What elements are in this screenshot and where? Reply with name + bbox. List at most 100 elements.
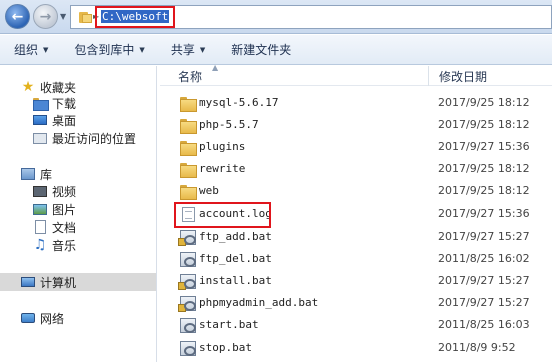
file-date: 2017/9/27 15:36: [438, 207, 530, 220]
file-row[interactable]: stop.bat 2011/8/9 9:52: [160, 337, 552, 359]
sidebar-item-libraries[interactable]: 库: [20, 165, 52, 183]
batch-file-icon: [178, 296, 196, 312]
chevron-down-icon: ▼: [139, 45, 145, 54]
sidebar-item-label: 网络: [40, 311, 65, 326]
address-bar[interactable]: ► C:\websoft: [70, 5, 552, 29]
file-date: 2011/8/25 16:03: [438, 318, 530, 331]
folder-icon: [180, 184, 197, 200]
sidebar-item-computer[interactable]: 计算机: [0, 273, 156, 291]
command-toolbar: 组织 ▼ 包含到库中 ▼ 共享 ▼ 新建文件夹: [0, 35, 552, 65]
batch-file-icon: [180, 252, 196, 267]
back-button[interactable]: ←: [5, 4, 30, 29]
annotation-highlight-box: [174, 202, 271, 228]
downloads-folder-icon: [33, 97, 49, 111]
file-row[interactable]: install.bat 2017/9/27 15:27: [160, 270, 552, 292]
batch-file-icon: [178, 274, 196, 290]
recent-pages-dropdown[interactable]: ▼: [60, 12, 66, 21]
sidebar-item-music[interactable]: ♫ 音乐: [32, 236, 76, 254]
sidebar-item-pictures[interactable]: 图片: [32, 200, 76, 218]
sidebar-item-desktop[interactable]: 桌面: [32, 111, 76, 129]
sort-ascending-icon: ▲: [212, 63, 219, 72]
file-row[interactable]: ftp_del.bat 2011/8/25 16:02: [160, 248, 552, 270]
column-header-name[interactable]: 名称: [178, 68, 202, 85]
share-label: 共享: [170, 43, 195, 57]
file-name: stop.bat: [199, 341, 252, 354]
sidebar-item-network[interactable]: 网络: [20, 309, 64, 327]
address-path[interactable]: C:\websoft: [94, 6, 176, 28]
forward-button[interactable]: →: [33, 4, 58, 29]
file-row[interactable]: mysql-5.6.17 2017/9/25 18:12: [160, 92, 552, 114]
file-date: 2011/8/9 9:52: [438, 341, 516, 354]
star-icon: ★: [21, 79, 35, 95]
include-in-library-button[interactable]: 包含到库中 ▼: [66, 35, 152, 65]
file-name: start.bat: [199, 318, 259, 331]
file-name: rewrite: [199, 162, 246, 175]
chevron-down-icon: ▼: [43, 45, 49, 54]
file-name: ftp_add.bat: [199, 230, 272, 243]
file-name: php-5.5.7: [199, 118, 259, 131]
file-name: phpmyadmin_add.bat: [199, 296, 319, 309]
network-icon: [21, 313, 35, 323]
file-row[interactable]: ftp_add.bat 2017/9/27 15:27: [160, 226, 552, 248]
file-row[interactable]: php-5.5.7 2017/9/25 18:12: [160, 114, 552, 136]
new-folder-label: 新建文件夹: [231, 43, 292, 57]
file-name: ftp_del.bat: [199, 252, 272, 265]
file-date: 2017/9/27 15:27: [438, 230, 530, 243]
file-date: 2017/9/25 18:12: [438, 118, 530, 131]
navigation-bar: ← → ▼ ► C:\websoft: [0, 0, 552, 34]
navigation-pane: ★ 收藏夹 下载 桌面 最近访问的位置 库 视频 图片 文档 ♫ 音乐 计算机 …: [0, 66, 157, 362]
sidebar-item-label: 图片: [52, 202, 77, 217]
recent-places-icon: [33, 132, 47, 144]
file-name: web: [199, 184, 219, 197]
sidebar-item-label: 库: [40, 167, 53, 182]
picture-icon: [33, 203, 47, 215]
file-date: 2017/9/27 15:27: [438, 274, 530, 287]
file-row[interactable]: plugins 2017/9/27 15:36: [160, 136, 552, 158]
music-note-icon: ♫: [33, 237, 47, 253]
video-icon: [33, 185, 47, 197]
sidebar-item-label: 计算机: [40, 275, 77, 290]
batch-file-icon: [180, 341, 196, 356]
sidebar-item-label: 文档: [52, 220, 77, 235]
desktop-icon: [33, 115, 47, 125]
file-name: install.bat: [199, 274, 272, 287]
sidebar-item-videos[interactable]: 视频: [32, 182, 76, 200]
folder-icon: [180, 162, 197, 178]
file-date: 2011/8/25 16:02: [438, 252, 530, 265]
sidebar-item-recent-places[interactable]: 最近访问的位置: [32, 129, 136, 147]
arrow-left-icon: ←: [11, 8, 24, 25]
address-path-text: C:\websoft: [101, 10, 170, 23]
organize-label: 组织: [14, 43, 39, 57]
sidebar-item-label: 视频: [52, 184, 77, 199]
folder-icon: [79, 11, 92, 23]
sidebar-item-label: 下载: [52, 96, 77, 111]
folder-icon: [180, 118, 197, 134]
file-row[interactable]: phpmyadmin_add.bat 2017/9/27 15:27: [160, 292, 552, 314]
file-date: 2017/9/27 15:36: [438, 140, 530, 153]
folder-icon: [180, 140, 197, 156]
document-icon: [34, 220, 46, 234]
include-in-library-label: 包含到库中: [74, 43, 135, 57]
batch-file-icon: [180, 318, 196, 333]
file-row[interactable]: start.bat 2011/8/25 16:03: [160, 314, 552, 336]
sidebar-item-label: 收藏夹: [40, 80, 77, 95]
file-row[interactable]: rewrite 2017/9/25 18:12: [160, 158, 552, 180]
organize-button[interactable]: 组织 ▼: [0, 35, 56, 65]
sidebar-item-label: 最近访问的位置: [52, 131, 137, 146]
file-date: 2017/9/25 18:12: [438, 96, 530, 109]
file-date: 2017/9/27 15:27: [438, 296, 530, 309]
new-folder-button[interactable]: 新建文件夹: [223, 35, 299, 65]
computer-icon: [21, 277, 35, 287]
sidebar-item-documents[interactable]: 文档: [32, 218, 76, 236]
batch-file-icon: [178, 230, 196, 246]
file-date: 2017/9/25 18:12: [438, 184, 530, 197]
file-row[interactable]: web 2017/9/25 18:12: [160, 180, 552, 202]
sidebar-item-label: 桌面: [52, 113, 77, 128]
sidebar-item-downloads[interactable]: 下载: [32, 94, 76, 112]
column-header-modified[interactable]: 修改日期: [439, 68, 487, 85]
file-date: 2017/9/25 18:12: [438, 162, 530, 175]
share-button[interactable]: 共享 ▼: [163, 35, 213, 65]
column-divider[interactable]: [428, 66, 429, 86]
sidebar-item-label: 音乐: [52, 238, 77, 253]
file-name: mysql-5.6.17: [199, 96, 279, 109]
